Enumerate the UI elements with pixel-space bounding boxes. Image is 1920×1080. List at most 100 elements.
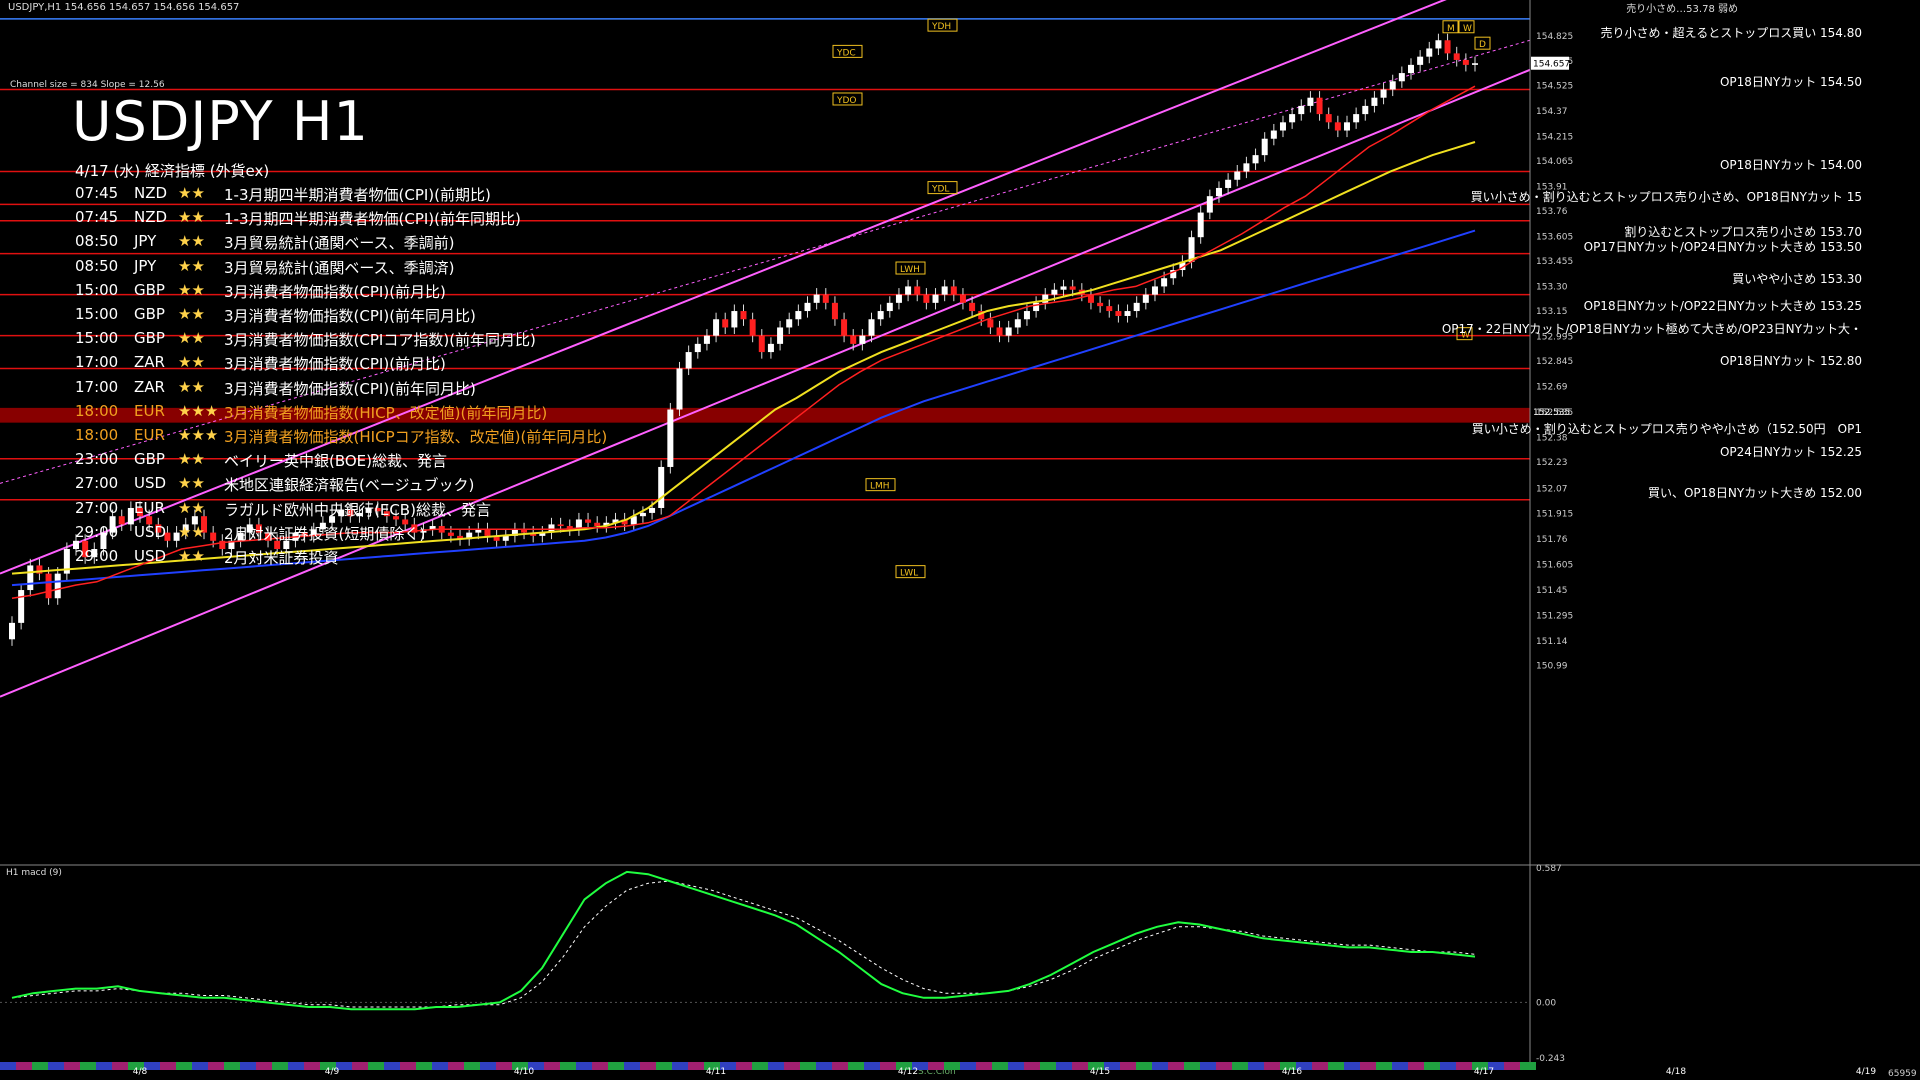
calendar-stars: ★★ — [178, 522, 205, 541]
candle-up — [649, 507, 656, 513]
session-bar — [224, 1062, 240, 1070]
candle-down — [484, 529, 491, 536]
session-bar — [800, 1062, 816, 1070]
session-bar — [1312, 1062, 1328, 1070]
price-tick-label: 153.30 — [1536, 282, 1568, 292]
session-bar — [1360, 1062, 1376, 1070]
calendar-currency: EUR — [134, 498, 165, 517]
level-note: OP17日NYカット/OP24日NYカット大きめ 153.50 — [1583, 239, 1862, 254]
calendar-stars: ★★ — [178, 305, 205, 323]
price-tick-label: 154.37 — [1536, 107, 1568, 117]
candle-up — [667, 409, 674, 467]
session-bar — [544, 1062, 560, 1070]
candle-up — [1252, 155, 1259, 164]
calendar-time: 23:00 — [75, 450, 119, 469]
candle-up — [786, 319, 793, 328]
candle-up — [1417, 56, 1424, 65]
session-bar — [80, 1062, 96, 1070]
calendar-time: 29:00 — [75, 522, 119, 541]
right-footer: 65959 — [1888, 1069, 1917, 1079]
calendar-currency: ZAR — [134, 377, 165, 396]
candle-up — [1343, 122, 1350, 131]
candle-up — [685, 352, 692, 369]
session-bar — [272, 1062, 288, 1070]
candle-up — [27, 565, 34, 591]
session-bar — [816, 1062, 832, 1070]
price-tick-label: 154.215 — [1536, 132, 1573, 142]
macd-tick-label: 0.00 — [1536, 998, 1556, 1008]
candle-up — [1270, 130, 1277, 139]
candle-down — [987, 319, 994, 328]
marker-label: YDH — [931, 22, 951, 32]
session-bar — [1040, 1062, 1056, 1070]
candle-up — [1243, 163, 1250, 172]
calendar-currency: GBP — [134, 305, 165, 323]
candle-up — [895, 294, 902, 303]
price-tick-label: 151.45 — [1536, 586, 1568, 596]
session-bar — [176, 1062, 192, 1070]
calendar-currency: USD — [134, 522, 167, 541]
candle-up — [777, 327, 784, 344]
candle-up — [1279, 122, 1286, 131]
price-tick-label: 151.915 — [1536, 510, 1573, 520]
session-bar — [384, 1062, 400, 1070]
candle-down — [1097, 302, 1104, 307]
candle-up — [1380, 89, 1387, 98]
session-bar — [96, 1062, 112, 1070]
candle-up — [1261, 138, 1268, 156]
session-bar — [1328, 1062, 1344, 1070]
session-bar — [672, 1062, 688, 1070]
candle-down — [1325, 114, 1332, 123]
calendar-time: 15:00 — [75, 329, 119, 348]
candle-up — [813, 294, 820, 303]
marker-label: YDL — [931, 185, 949, 195]
candle-up — [1014, 319, 1021, 328]
candle-up — [1161, 278, 1168, 287]
candle-down — [594, 522, 601, 527]
candle-up — [1206, 196, 1213, 213]
calendar-event: 3月貿易統計(通関ベース、季調済) — [224, 258, 455, 277]
macd-label: H1 macd (9) — [6, 868, 62, 878]
calendar-event: 3月消費者物価指数(CPIコア指数)(前年同月比) — [224, 331, 536, 350]
marker-label: YDO — [836, 96, 857, 106]
calendar-currency: GBP — [134, 329, 165, 348]
calendar-time: 17:00 — [75, 353, 119, 372]
candle-down — [749, 319, 756, 336]
calendar-event: 1-3月期四半期消費者物価(CPI)(前年同期比) — [224, 210, 521, 229]
session-bar — [448, 1062, 464, 1070]
calendar-event: 米地区連銀経済報告(ベージュブック) — [224, 476, 475, 495]
candle-down — [831, 302, 838, 320]
candle-down — [45, 573, 52, 599]
calendar-time: 08:50 — [75, 232, 119, 251]
candle-up — [804, 302, 811, 312]
candle-up — [868, 319, 875, 336]
current-price-label: 154.657 — [1533, 60, 1570, 70]
level-note: OP18日NYカット 154.50 — [1719, 75, 1862, 90]
session-bar — [1440, 1062, 1456, 1070]
candle-up — [932, 294, 939, 303]
session-bar — [368, 1062, 384, 1070]
date-label: 4/8 — [133, 1067, 148, 1077]
session-bar — [400, 1062, 416, 1070]
candle-up — [731, 311, 738, 328]
calendar-event: 3月消費者物価指数(CPI)(前月比) — [224, 282, 446, 301]
candle-down — [959, 294, 966, 303]
candle-up — [502, 535, 509, 541]
calendar-event: 3月消費者物価指数(HICP、改定値)(前年同月比) — [224, 403, 548, 422]
symbol-info: USDJPY,H1 154.656 154.657 154.656 154.65… — [8, 2, 240, 13]
session-bar — [1248, 1062, 1264, 1070]
session-bar — [112, 1062, 128, 1070]
session-bar — [464, 1062, 480, 1070]
calendar-event: 3月消費者物価指数(CPI)(前年同月比) — [224, 307, 476, 325]
session-bar — [576, 1062, 592, 1070]
candle-down — [1453, 53, 1460, 60]
calendar-stars: ★★ — [178, 232, 205, 251]
candle-up — [1472, 63, 1478, 65]
candle-down — [557, 524, 564, 527]
session-bar — [288, 1062, 304, 1070]
level-note: OP24日NYカット 152.25 — [1719, 444, 1862, 459]
candle-up — [703, 335, 710, 344]
candle-up — [905, 286, 912, 295]
session-bar — [256, 1062, 272, 1070]
session-bar — [992, 1062, 1008, 1070]
